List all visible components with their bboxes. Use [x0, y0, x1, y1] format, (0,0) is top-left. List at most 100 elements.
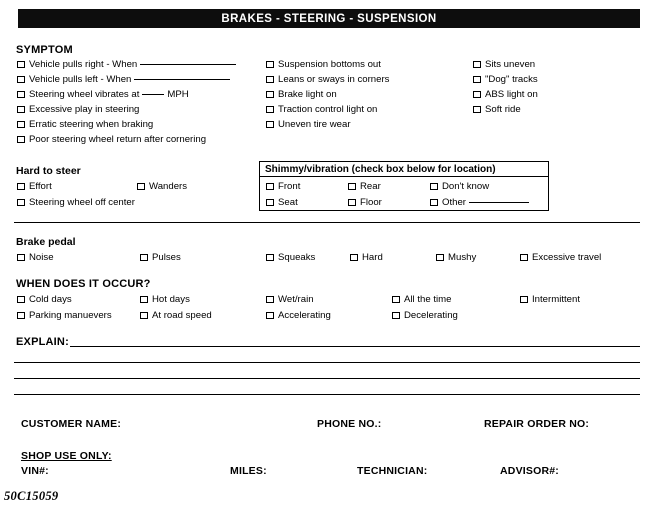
checkbox-uneven-tire-wear[interactable] [266, 120, 274, 129]
checkbox-poor-steering-wheel-return[interactable] [17, 135, 25, 144]
checkbox-row-hot-days[interactable]: Hot days [140, 294, 190, 305]
write-in-rule-vehicle-pulls-right[interactable] [140, 64, 237, 65]
checkbox-row-brake-light-on[interactable]: Brake light on [266, 89, 337, 100]
checkbox-row-shimmy-floor[interactable]: Floor [348, 197, 382, 208]
checkbox-row-at-road-speed[interactable]: At road speed [140, 310, 212, 321]
checkbox-row-shimmy-rear[interactable]: Rear [348, 181, 381, 192]
checkbox-row-shimmy-seat[interactable]: Seat [266, 197, 298, 208]
checkbox-row-wet-rain[interactable]: Wet/rain [266, 294, 314, 305]
form-sheet: BRAKES - STEERING - SUSPENSION SYMPTOM V… [0, 0, 655, 515]
checkbox-brake-hard[interactable] [350, 253, 358, 262]
explain-line-4[interactable] [14, 394, 640, 395]
checkbox-row-soft-ride[interactable]: Soft ride [473, 104, 521, 115]
label-shimmy-rear: Rear [360, 181, 381, 192]
page-title: BRAKES - STEERING - SUSPENSION [221, 12, 437, 25]
checkbox-brake-mushy[interactable] [436, 253, 444, 262]
checkbox-intermittent[interactable] [520, 295, 528, 304]
checkbox-row-dog-tracks[interactable]: "Dog" tracks [473, 74, 538, 85]
checkbox-row-cold-days[interactable]: Cold days [17, 294, 72, 305]
checkbox-shimmy-dont-know[interactable] [430, 182, 438, 191]
checkbox-row-brake-squeaks[interactable]: Squeaks [266, 252, 315, 263]
checkbox-accelerating[interactable] [266, 311, 274, 320]
checkbox-shimmy-seat[interactable] [266, 198, 274, 207]
field-miles: MILES: [230, 465, 267, 477]
checkbox-traction-control-light-on[interactable] [266, 105, 274, 114]
checkbox-steering-wheel-vibrates[interactable] [17, 90, 25, 99]
checkbox-row-brake-noise[interactable]: Noise [17, 252, 54, 263]
field-technician: TECHNICIAN: [357, 465, 428, 477]
checkbox-brake-squeaks[interactable] [266, 253, 274, 262]
checkbox-brake-light-on[interactable] [266, 90, 274, 99]
checkbox-row-brake-pulses[interactable]: Pulses [140, 252, 181, 263]
checkbox-wanders[interactable] [137, 182, 145, 191]
checkbox-row-vehicle-pulls-left[interactable]: Vehicle pulls left - When [17, 74, 233, 85]
checkbox-row-abs-light-on[interactable]: ABS light on [473, 89, 538, 100]
label-mph-unit: MPH [167, 89, 189, 100]
checkbox-row-brake-excessive-travel[interactable]: Excessive travel [520, 252, 601, 263]
explain-line-2[interactable] [14, 362, 640, 363]
checkbox-row-accelerating[interactable]: Accelerating [266, 310, 331, 321]
checkbox-row-uneven-tire-wear[interactable]: Uneven tire wear [266, 119, 351, 130]
field-repair-order-no: REPAIR ORDER NO: [484, 418, 590, 430]
checkbox-vehicle-pulls-right[interactable] [17, 60, 25, 69]
checkbox-excessive-play-in-steering[interactable] [17, 105, 25, 114]
write-in-rule-shimmy-other[interactable] [469, 202, 529, 203]
label-wanders: Wanders [149, 181, 188, 192]
checkbox-row-parking-manuevers[interactable]: Parking manuevers [17, 310, 112, 321]
checkbox-row-suspension-bottoms-out[interactable]: Suspension bottoms out [266, 59, 381, 70]
checkbox-abs-light-on[interactable] [473, 90, 481, 99]
checkbox-row-all-the-time[interactable]: All the time [392, 294, 451, 305]
explain-line-1[interactable] [70, 346, 640, 347]
checkbox-effort[interactable] [17, 182, 25, 191]
checkbox-brake-pulses[interactable] [140, 253, 148, 262]
checkbox-row-decelerating[interactable]: Decelerating [392, 310, 458, 321]
checkbox-sits-uneven[interactable] [473, 60, 481, 69]
checkbox-row-intermittent[interactable]: Intermittent [520, 294, 580, 305]
checkbox-dog-tracks[interactable] [473, 75, 481, 84]
checkbox-shimmy-rear[interactable] [348, 182, 356, 191]
label-effort: Effort [29, 181, 52, 192]
label-parking-manuevers: Parking manuevers [29, 310, 112, 321]
checkbox-row-erratic-steering-when-braking[interactable]: Erratic steering when braking [17, 119, 153, 130]
checkbox-row-excessive-play-in-steering[interactable]: Excessive play in steering [17, 104, 139, 115]
checkbox-decelerating[interactable] [392, 311, 400, 320]
checkbox-row-effort[interactable]: Effort [17, 181, 52, 192]
checkbox-all-the-time[interactable] [392, 295, 400, 304]
checkbox-shimmy-front[interactable] [266, 182, 274, 191]
checkbox-row-vehicle-pulls-right[interactable]: Vehicle pulls right - When [17, 59, 239, 70]
checkbox-row-traction-control-light-on[interactable]: Traction control light on [266, 104, 377, 115]
label-sits-uneven: Sits uneven [485, 59, 536, 70]
label-accelerating: Accelerating [278, 310, 331, 321]
checkbox-at-road-speed[interactable] [140, 311, 148, 320]
write-in-rule-mph[interactable] [142, 94, 165, 95]
checkbox-row-steering-wheel-vibrates[interactable]: Steering wheel vibrates at MPH [17, 89, 189, 100]
checkbox-cold-days[interactable] [17, 295, 25, 304]
checkbox-row-shimmy-front[interactable]: Front [266, 181, 300, 192]
checkbox-row-steering-wheel-off-center[interactable]: Steering wheel off center [17, 197, 135, 208]
checkbox-suspension-bottoms-out[interactable] [266, 60, 274, 69]
checkbox-brake-excessive-travel[interactable] [520, 253, 528, 262]
checkbox-row-brake-hard[interactable]: Hard [350, 252, 383, 263]
checkbox-row-poor-steering-wheel-return[interactable]: Poor steering wheel return after corneri… [17, 134, 206, 145]
checkbox-parking-manuevers[interactable] [17, 311, 25, 320]
checkbox-row-leans-or-sways[interactable]: Leans or sways in corners [266, 74, 389, 85]
checkbox-erratic-steering-when-braking[interactable] [17, 120, 25, 129]
checkbox-soft-ride[interactable] [473, 105, 481, 114]
checkbox-wet-rain[interactable] [266, 295, 274, 304]
label-vehicle-pulls-left: Vehicle pulls left - When [29, 74, 132, 85]
checkbox-vehicle-pulls-left[interactable] [17, 75, 25, 84]
checkbox-leans-or-sways[interactable] [266, 75, 274, 84]
checkbox-row-shimmy-dont-know[interactable]: Don't know [430, 181, 489, 192]
checkbox-row-wanders[interactable]: Wanders [137, 181, 187, 192]
checkbox-steering-wheel-off-center[interactable] [17, 198, 25, 207]
checkbox-row-brake-mushy[interactable]: Mushy [436, 252, 476, 263]
checkbox-brake-noise[interactable] [17, 253, 25, 262]
checkbox-hot-days[interactable] [140, 295, 148, 304]
checkbox-shimmy-other[interactable] [430, 198, 438, 207]
explain-line-3[interactable] [14, 378, 640, 379]
checkbox-row-shimmy-other[interactable]: Other [430, 197, 532, 208]
checkbox-row-sits-uneven[interactable]: Sits uneven [473, 59, 535, 70]
checkbox-shimmy-floor[interactable] [348, 198, 356, 207]
write-in-rule-vehicle-pulls-left[interactable] [134, 79, 231, 80]
explain-label: EXPLAIN: [16, 336, 69, 348]
